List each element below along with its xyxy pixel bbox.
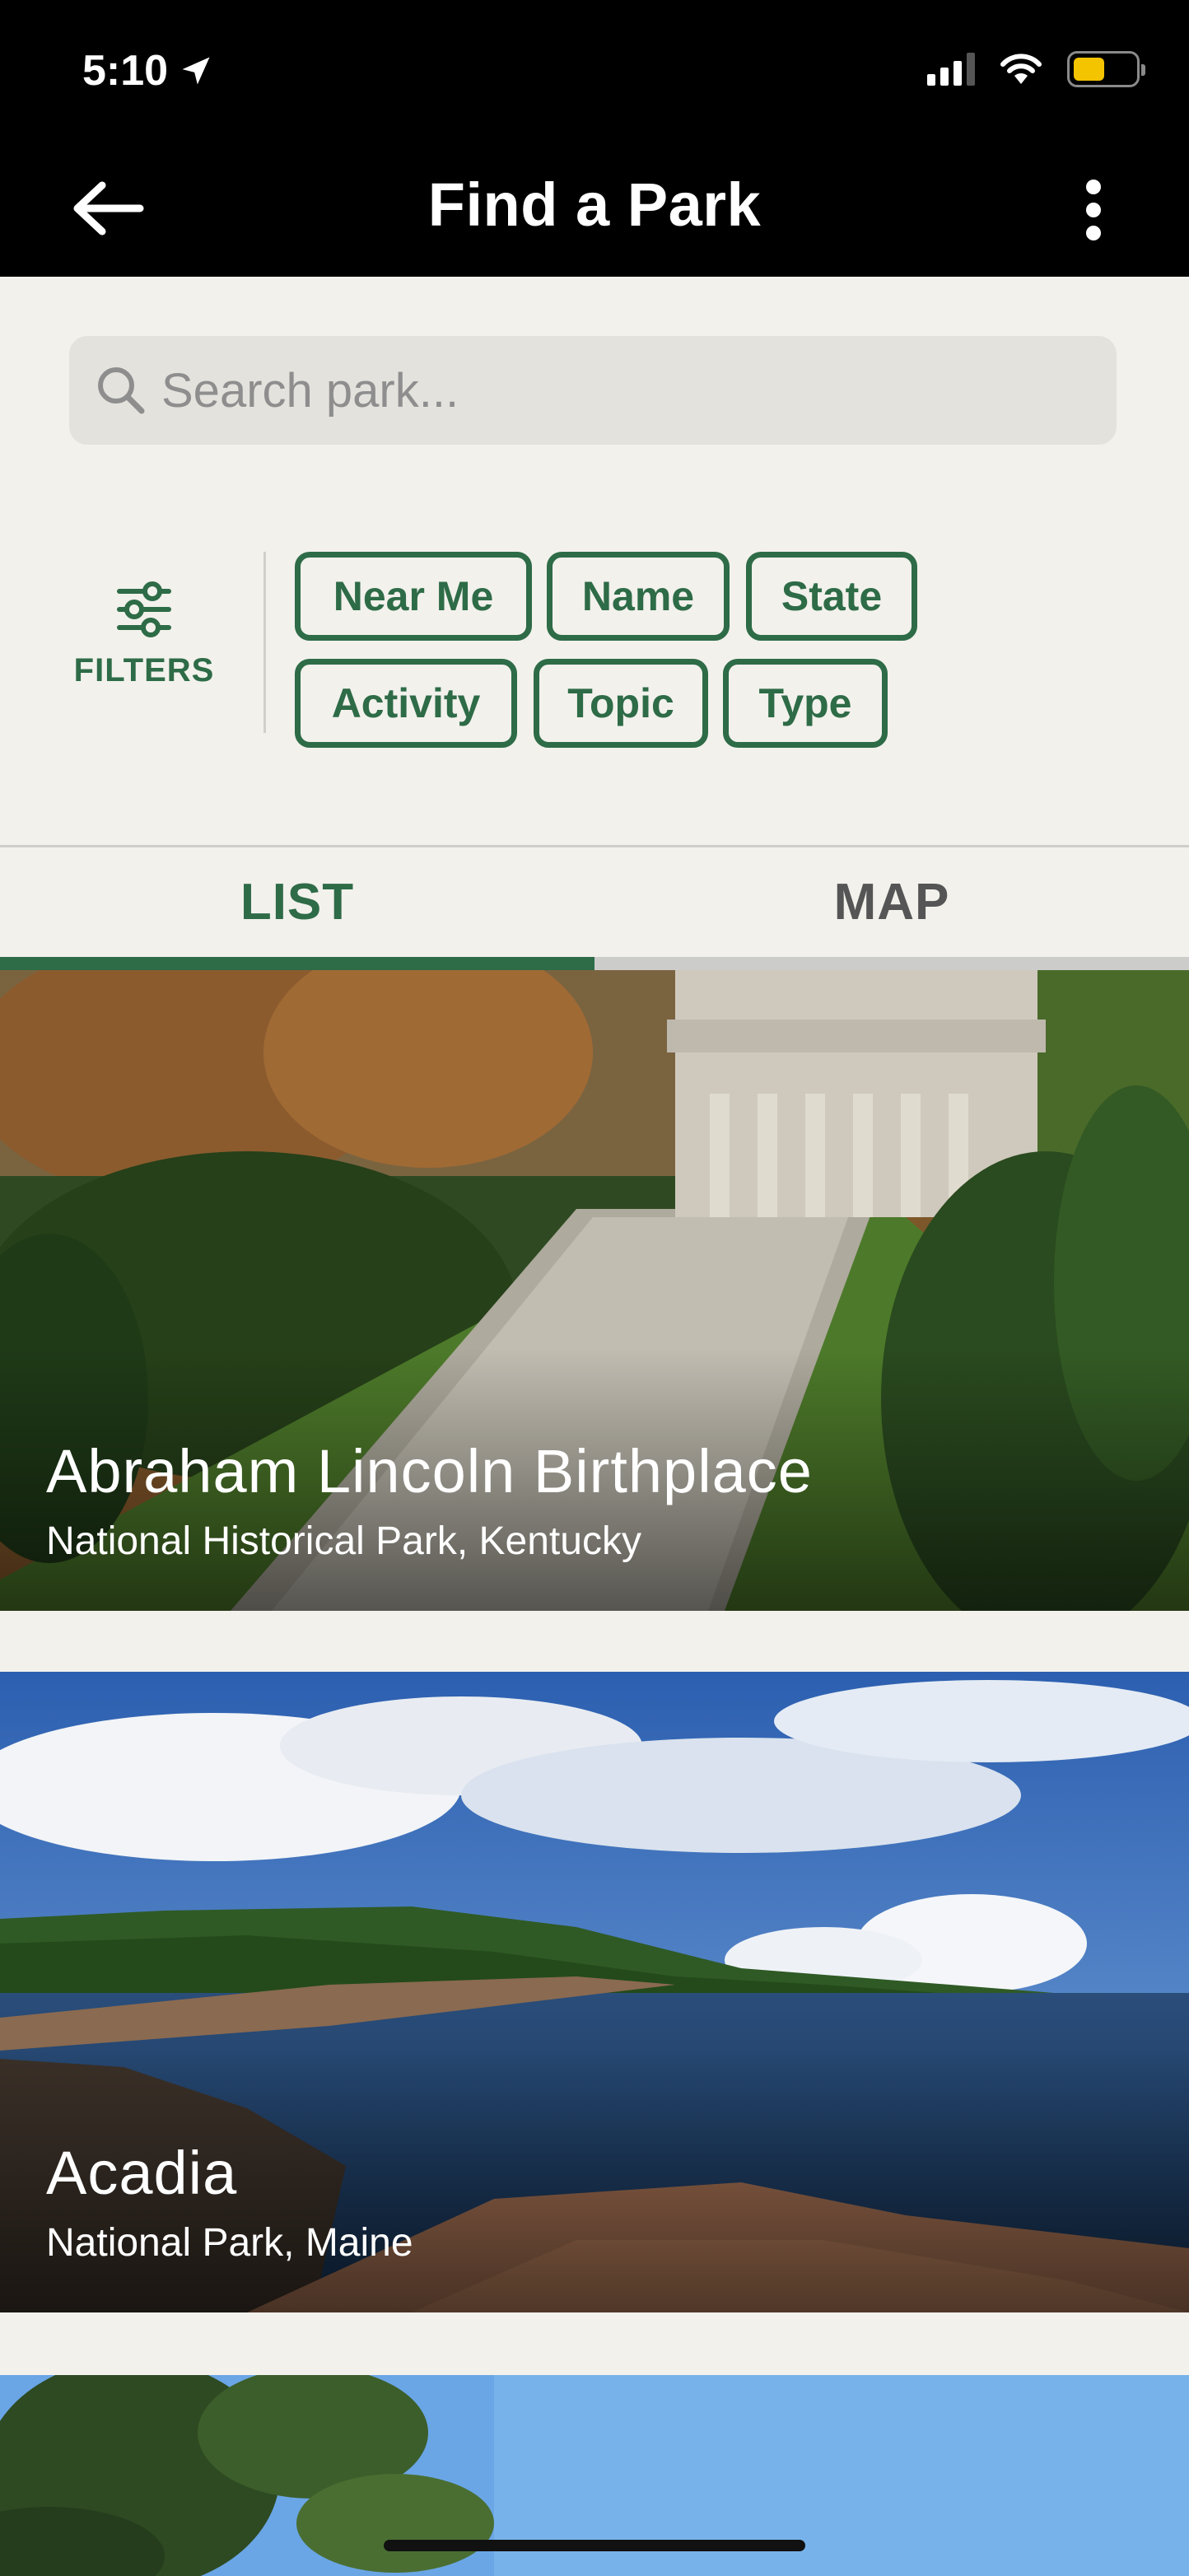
home-indicator (384, 2540, 805, 2551)
park-name: Abraham Lincoln Birthplace (46, 1437, 813, 1505)
filters-divider (263, 552, 266, 733)
search-input[interactable] (161, 362, 1067, 418)
page-title: Find a Park (427, 170, 762, 239)
app-header: 5:10 Find a Park (0, 0, 1189, 277)
more-dot (1086, 226, 1101, 240)
battery-icon (1067, 51, 1145, 87)
tabs-divider (0, 845, 1189, 847)
park-card-acadia[interactable]: Acadia National Park, Maine (0, 1672, 1189, 2312)
chip-state[interactable]: State (746, 552, 917, 641)
park-subtitle: National Park, Maine (46, 2221, 413, 2265)
status-icons (927, 51, 1145, 87)
sliders-icon (117, 581, 171, 637)
park-subtitle: National Historical Park, Kentucky (46, 1519, 641, 1563)
tab-map[interactable]: MAP (594, 873, 1189, 931)
tab-list[interactable]: LIST (0, 873, 594, 931)
chip-activity[interactable]: Activity (295, 659, 517, 748)
more-options-button[interactable] (1084, 180, 1103, 240)
park-name: Acadia (46, 2139, 238, 2207)
time-text: 5:10 (82, 47, 169, 95)
chip-topic[interactable]: Topic (534, 659, 708, 748)
search-bar[interactable] (69, 336, 1117, 445)
search-icon (98, 367, 145, 414)
more-dot (1086, 203, 1101, 217)
status-time: 5:10 (82, 46, 214, 96)
location-arrow-icon (182, 57, 210, 85)
tab-list-indicator (0, 957, 594, 970)
chip-near-me[interactable]: Near Me (295, 552, 532, 641)
filters-button[interactable]: FILTERS (66, 576, 222, 708)
filters-label: FILTERS (73, 652, 215, 688)
chip-name[interactable]: Name (547, 552, 730, 641)
more-dots-icon (1086, 180, 1101, 194)
chip-type[interactable]: Type (723, 659, 888, 748)
park-card-abraham-lincoln[interactable]: Abraham Lincoln Birthplace National Hist… (0, 970, 1189, 1611)
cellular-signal-icon (927, 53, 975, 86)
tab-map-indicator (594, 957, 1189, 970)
wifi-icon (1000, 54, 1042, 84)
